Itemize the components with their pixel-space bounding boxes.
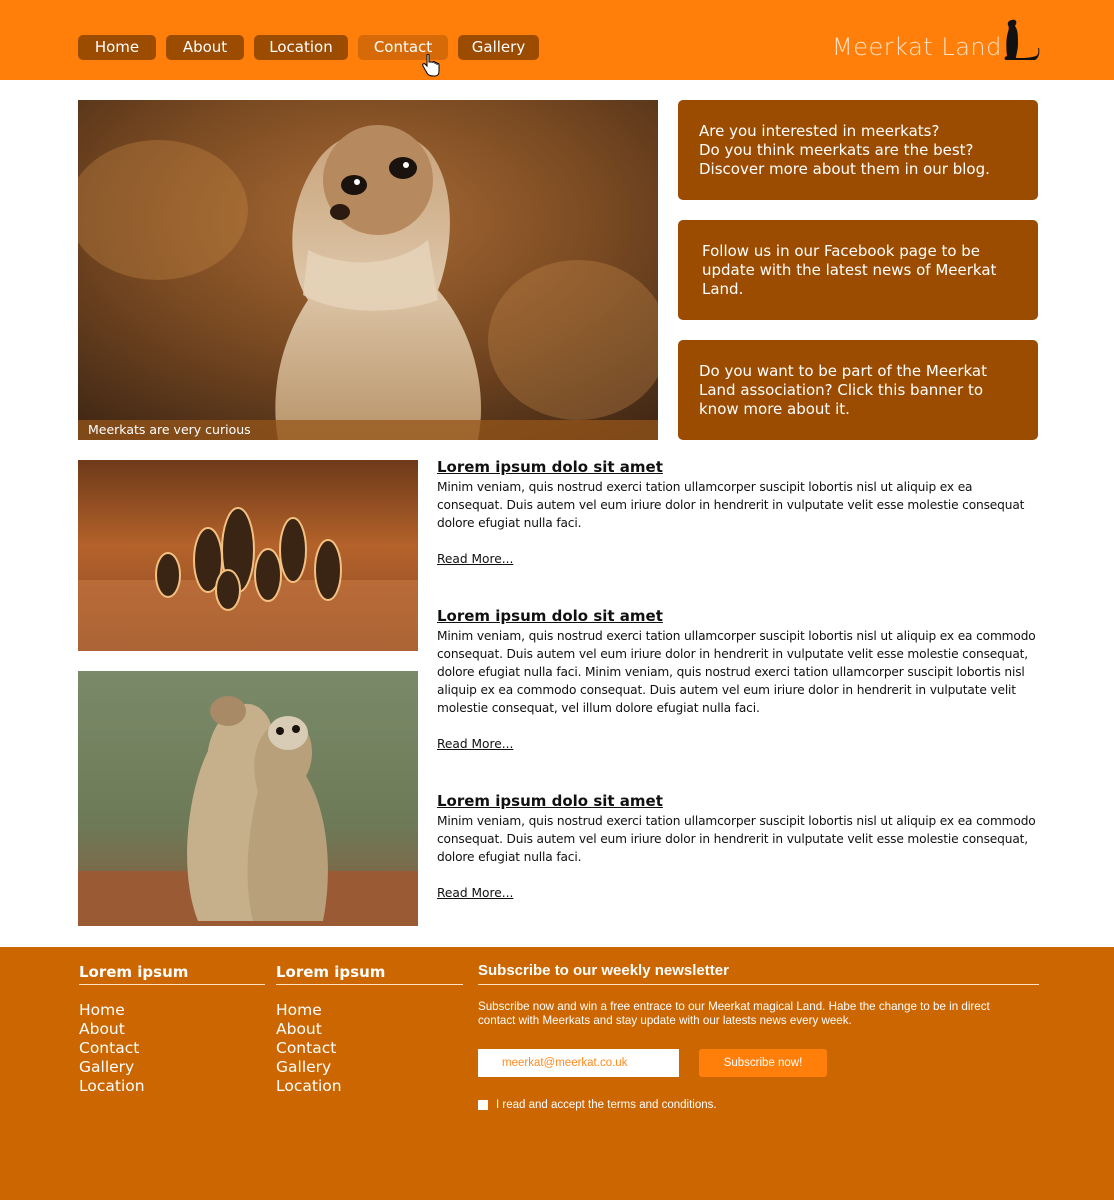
nav-location-button[interactable]: Location bbox=[254, 35, 348, 60]
site-header: Home About Location Contact Gallery Meer… bbox=[0, 0, 1114, 80]
newsletter-email-input[interactable]: meerkat@meerkat.co.uk bbox=[478, 1049, 679, 1077]
terms-checkbox[interactable] bbox=[478, 1100, 488, 1110]
meerkat-portrait-photo bbox=[78, 100, 658, 440]
meerkat-logo-icon bbox=[1004, 19, 1040, 61]
banner-line: Do you want to be part of the Meerkat bbox=[699, 361, 987, 380]
nav-home-button[interactable]: Home bbox=[78, 35, 156, 60]
footer-link-gallery[interactable]: Gallery bbox=[276, 1058, 463, 1077]
footer-link-home[interactable]: Home bbox=[276, 1001, 463, 1020]
newsletter-title: Subscribe to our weekly newsletter bbox=[478, 963, 1039, 985]
facebook-promo-text: Follow us in our Facebook page to be upd… bbox=[702, 242, 996, 299]
facebook-promo-banner[interactable]: Follow us in our Facebook page to be upd… bbox=[678, 220, 1038, 320]
read-more-link[interactable]: Read More... bbox=[437, 884, 513, 902]
banner-line: Follow us in our Facebook page to be bbox=[702, 241, 981, 260]
site-footer: Lorem ipsum Home About Contact Gallery L… bbox=[0, 947, 1114, 1200]
footer-column-title: Lorem ipsum bbox=[276, 963, 463, 985]
banner-line: Do you think meerkats are the best? bbox=[699, 140, 974, 159]
blog-promo-banner[interactable]: Are you interested in meerkats? Do you t… bbox=[678, 100, 1038, 200]
meerkats-hugging-photo bbox=[78, 671, 418, 926]
footer-link-about[interactable]: About bbox=[276, 1020, 463, 1039]
article-2: Lorem ipsum dolo sit amet Minim veniam, … bbox=[437, 607, 1038, 753]
terms-label: I read and accept the terms and conditio… bbox=[496, 1099, 717, 1111]
association-promo-banner[interactable]: Do you want to be part of the Meerkat La… bbox=[678, 340, 1038, 440]
footer-link-location[interactable]: Location bbox=[276, 1077, 463, 1096]
article-title[interactable]: Lorem ipsum dolo sit amet bbox=[437, 792, 1038, 810]
article-body: Minim veniam, quis nostrud exerci tation… bbox=[437, 480, 1025, 530]
association-promo-text: Do you want to be part of the Meerkat La… bbox=[699, 362, 987, 419]
banner-line: Are you interested in meerkats? bbox=[699, 121, 940, 140]
footer-link-list: Home About Contact Gallery Location bbox=[79, 1001, 265, 1096]
banner-line: know more about it. bbox=[699, 399, 850, 418]
footer-link-list: Home About Contact Gallery Location bbox=[276, 1001, 463, 1096]
footer-links-column-2: Lorem ipsum Home About Contact Gallery L… bbox=[276, 963, 463, 1096]
footer-link-contact[interactable]: Contact bbox=[276, 1039, 463, 1058]
banner-line: update with the latest news of Meerkat bbox=[702, 260, 997, 279]
article-1: Lorem ipsum dolo sit amet Minim veniam, … bbox=[437, 458, 1038, 568]
read-more-link[interactable]: Read More... bbox=[437, 735, 513, 753]
footer-link-gallery[interactable]: Gallery bbox=[79, 1058, 265, 1077]
footer-link-location[interactable]: Location bbox=[79, 1077, 265, 1096]
newsletter-description: Subscribe now and win a free entrace to … bbox=[478, 1000, 990, 1027]
meerkat-family-photo bbox=[78, 460, 418, 651]
hand-cursor-icon bbox=[422, 54, 440, 77]
footer-link-contact[interactable]: Contact bbox=[79, 1039, 265, 1058]
article-body: Minim veniam, quis nostrud exerci tation… bbox=[437, 814, 1036, 864]
banner-line: Land. bbox=[702, 279, 744, 298]
footer-column-title: Lorem ipsum bbox=[79, 963, 265, 985]
nav-about-button[interactable]: About bbox=[166, 35, 244, 60]
footer-link-about[interactable]: About bbox=[79, 1020, 265, 1039]
banner-line: Land association? Click this banner to bbox=[699, 380, 984, 399]
hero-image: Meerkats are very curious bbox=[78, 100, 658, 440]
nav-gallery-button[interactable]: Gallery bbox=[458, 35, 539, 60]
main-nav: Home About Location Contact Gallery bbox=[78, 35, 549, 60]
blog-promo-text: Are you interested in meerkats? Do you t… bbox=[699, 122, 990, 179]
footer-link-home[interactable]: Home bbox=[79, 1001, 265, 1020]
article-title[interactable]: Lorem ipsum dolo sit amet bbox=[437, 607, 1038, 625]
subscribe-button[interactable]: Subscribe now! bbox=[699, 1049, 827, 1077]
article-title[interactable]: Lorem ipsum dolo sit amet bbox=[437, 458, 1038, 476]
site-logo-text[interactable]: Meerkat Land bbox=[832, 33, 1002, 61]
read-more-link[interactable]: Read More... bbox=[437, 550, 513, 568]
banner-line: Discover more about them in our blog. bbox=[699, 159, 990, 178]
hero-caption: Meerkats are very curious bbox=[78, 420, 658, 440]
newsletter-section: Subscribe to our weekly newsletter Subsc… bbox=[478, 963, 1039, 1111]
article-3: Lorem ipsum dolo sit amet Minim veniam, … bbox=[437, 792, 1038, 902]
article-body: Minim veniam, quis nostrud exerci tation… bbox=[437, 629, 1036, 715]
footer-links-column-1: Lorem ipsum Home About Contact Gallery L… bbox=[79, 963, 265, 1096]
